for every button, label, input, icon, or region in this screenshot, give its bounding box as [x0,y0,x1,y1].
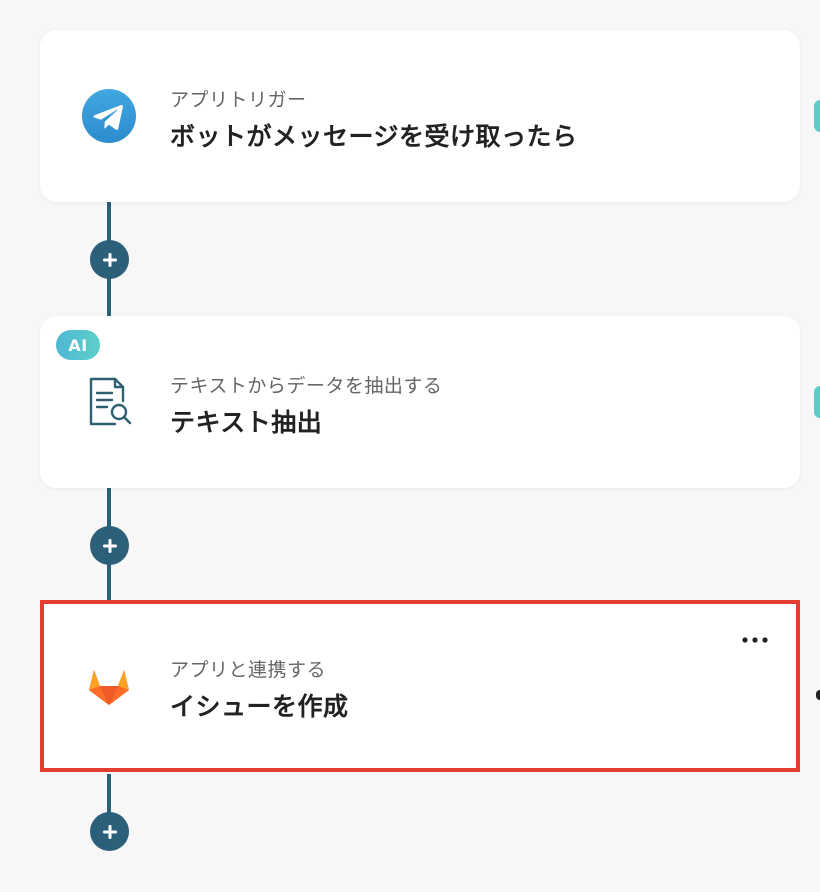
add-step-button[interactable] [90,526,129,565]
step-title: ボットがメッセージを受け取ったら [170,122,578,151]
step-type-label: アプリトリガー [170,89,307,111]
connector-line [107,774,111,814]
more-options-button[interactable] [740,630,770,650]
plus-icon [102,824,117,839]
step-card-text-extraction[interactable]: AI テキストからデータを抽出する テキスト抽出 [40,316,800,488]
step-type-label: アプリと連携する [170,659,327,681]
telegram-icon [82,89,136,143]
gitlab-icon [82,659,136,713]
plus-icon [102,252,117,267]
step-title: イシューを作成 [170,692,349,721]
document-search-icon [82,375,136,429]
ai-badge: AI [56,330,100,360]
add-step-button[interactable] [90,812,129,851]
edge-indicator [814,386,820,418]
edge-indicator [814,100,820,132]
step-card-telegram-trigger[interactable]: アプリトリガー ボットがメッセージを受け取ったら [40,30,800,202]
step-type-label: テキストからデータを抽出する [170,375,443,397]
plus-icon [102,538,117,553]
add-step-button[interactable] [90,240,129,279]
step-card-gitlab-create-issue[interactable]: アプリと連携する イシューを作成 [40,600,800,772]
more-horizontal-icon [742,637,768,643]
step-title: テキスト抽出 [170,408,323,437]
edge-indicator [816,690,820,700]
